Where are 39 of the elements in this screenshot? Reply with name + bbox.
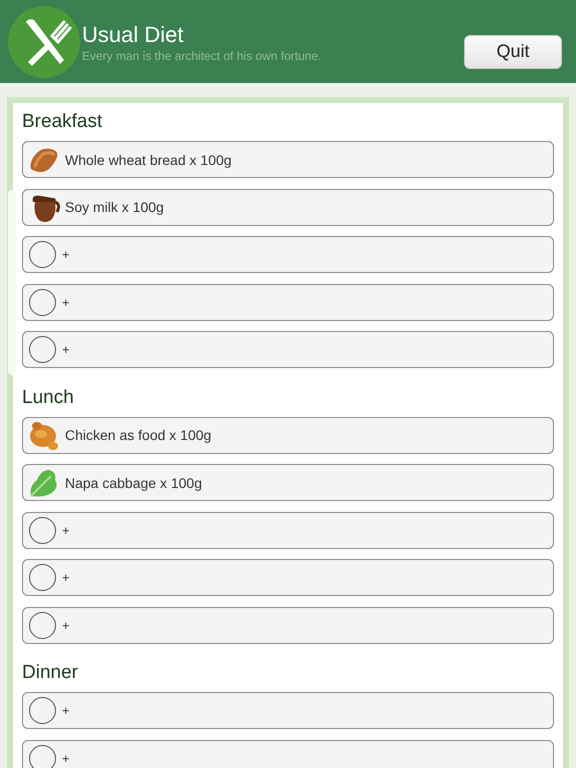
food-row[interactable]: Soy milk x 100g bbox=[22, 188, 554, 226]
empty-circle-icon bbox=[29, 241, 56, 268]
empty-circle-icon bbox=[29, 612, 56, 638]
add-label: + bbox=[62, 294, 70, 310]
add-label: + bbox=[62, 750, 70, 766]
app-subtitle: Every man is the architect of his own fortune. bbox=[82, 48, 322, 64]
add-label: + bbox=[62, 570, 70, 585]
food-row[interactable]: + bbox=[22, 512, 554, 548]
food-row[interactable]: + bbox=[22, 236, 554, 273]
food-row[interactable]: + bbox=[22, 559, 554, 596]
quit-button[interactable]: Quit bbox=[464, 34, 562, 68]
food-label: Chicken as food x 100g bbox=[65, 427, 212, 443]
empty-circle-icon bbox=[29, 744, 56, 768]
add-label: + bbox=[62, 703, 70, 718]
food-label: Napa cabbage x 100g bbox=[65, 474, 202, 490]
fork-and-knife-logo bbox=[8, 6, 80, 78]
food-row[interactable]: Chicken as food x 100g bbox=[22, 416, 554, 454]
empty-circle-icon bbox=[29, 697, 56, 724]
food-row[interactable]: + bbox=[22, 284, 554, 320]
add-label: + bbox=[62, 342, 70, 357]
meal-heading: Dinner bbox=[22, 661, 79, 685]
empty-circle-icon bbox=[29, 336, 56, 363]
empty-circle-icon bbox=[29, 516, 56, 544]
add-label: + bbox=[62, 522, 70, 538]
add-label: + bbox=[62, 618, 70, 632]
empty-circle-icon bbox=[29, 564, 56, 591]
food-row[interactable]: Whole wheat bread x 100g bbox=[22, 141, 554, 178]
meal-heading: Lunch bbox=[22, 386, 75, 410]
food-row[interactable]: + bbox=[22, 606, 554, 644]
add-label: + bbox=[62, 247, 70, 262]
food-row[interactable]: Napa cabbage x 100g bbox=[22, 464, 554, 501]
meal-heading: Breakfast bbox=[22, 110, 104, 134]
empty-circle-icon bbox=[29, 288, 56, 316]
food-row[interactable]: + bbox=[22, 692, 554, 729]
food-label: Soy milk x 100g bbox=[65, 199, 164, 215]
food-label: Whole wheat bread x 100g bbox=[65, 152, 232, 168]
app-title: Usual Diet bbox=[82, 22, 184, 48]
food-row[interactable]: + bbox=[22, 740, 554, 768]
food-row[interactable]: + bbox=[22, 331, 554, 368]
